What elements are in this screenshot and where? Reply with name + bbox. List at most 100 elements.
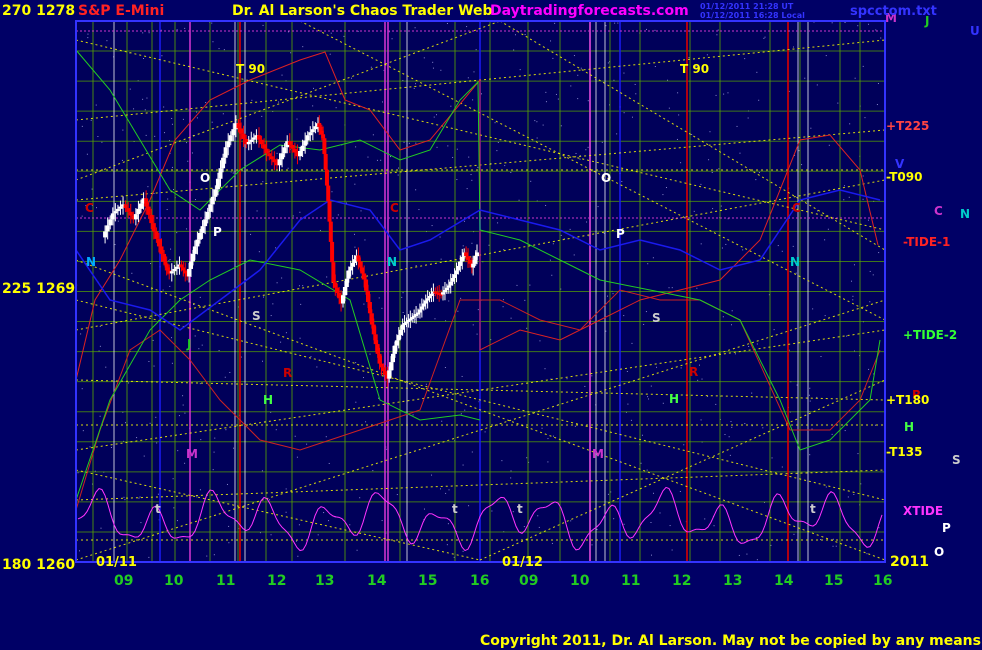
star xyxy=(270,315,272,317)
star xyxy=(708,159,710,161)
star xyxy=(526,327,528,329)
star xyxy=(105,366,107,368)
star xyxy=(544,368,546,370)
star xyxy=(414,27,416,29)
star xyxy=(376,159,378,161)
star xyxy=(731,310,733,312)
series-label-tide2: +TIDE-2 xyxy=(903,328,957,342)
star xyxy=(793,533,795,535)
price-bar-body xyxy=(362,273,367,280)
star xyxy=(677,92,679,94)
price-bar-body xyxy=(174,266,179,269)
star xyxy=(172,478,174,480)
price-bar-body xyxy=(446,285,451,288)
price-bar-body xyxy=(342,286,347,296)
star xyxy=(518,199,520,201)
star xyxy=(431,474,433,476)
price-bar-body xyxy=(115,208,120,212)
planet-label: N xyxy=(960,207,970,221)
star xyxy=(466,188,468,190)
star xyxy=(547,438,549,440)
star xyxy=(228,525,230,527)
star xyxy=(153,365,155,367)
price-bar-body xyxy=(305,135,310,141)
hour-tick: 12 xyxy=(672,573,691,589)
star xyxy=(157,493,159,495)
planet-label: S xyxy=(652,311,661,325)
star xyxy=(329,53,331,55)
star xyxy=(129,88,131,90)
hour-tick: 11 xyxy=(216,573,235,589)
star xyxy=(114,244,116,246)
star xyxy=(184,412,186,414)
planet-label: t xyxy=(517,502,523,516)
price-bar-body xyxy=(335,287,340,294)
star xyxy=(570,520,572,522)
star xyxy=(280,341,282,343)
price-bar-body xyxy=(458,261,463,266)
star xyxy=(538,526,540,528)
star xyxy=(847,496,849,498)
star xyxy=(510,477,512,479)
price-bar-body xyxy=(452,274,457,278)
star xyxy=(827,228,829,230)
price-bar-body xyxy=(298,150,303,157)
star xyxy=(369,353,371,355)
star xyxy=(524,34,526,36)
star xyxy=(228,542,230,544)
star xyxy=(81,125,83,127)
price-bar-body xyxy=(429,293,434,297)
star xyxy=(199,296,201,298)
star xyxy=(630,419,632,421)
price-bar-body xyxy=(340,295,345,304)
price-bar-body xyxy=(303,140,308,146)
star xyxy=(491,510,493,512)
price-bar-body xyxy=(231,129,236,136)
star xyxy=(447,145,449,147)
star xyxy=(724,434,726,436)
star xyxy=(171,362,173,364)
star xyxy=(462,464,464,466)
hour-tick: 16 xyxy=(873,573,892,589)
star xyxy=(198,348,200,350)
star xyxy=(555,93,557,95)
star xyxy=(462,550,464,552)
star xyxy=(201,344,203,346)
star xyxy=(523,526,525,528)
star xyxy=(545,204,547,206)
star xyxy=(275,429,277,431)
star xyxy=(713,525,715,527)
star xyxy=(125,422,127,424)
price-bar-body xyxy=(400,324,405,330)
star xyxy=(843,199,845,201)
price-bar-body xyxy=(456,265,461,271)
star xyxy=(503,249,505,251)
star xyxy=(512,511,514,513)
star xyxy=(853,264,855,266)
star xyxy=(150,263,152,265)
star xyxy=(176,29,178,31)
star xyxy=(696,287,698,289)
star xyxy=(867,219,869,221)
price-bar-body xyxy=(287,141,292,145)
price-bar-body xyxy=(267,153,272,157)
star xyxy=(213,554,215,556)
price-bar-body xyxy=(126,208,131,212)
star xyxy=(494,122,496,124)
star xyxy=(502,306,504,308)
star xyxy=(545,101,547,103)
price-bar-body xyxy=(154,231,159,239)
series-label-tide1: -TIDE-1 xyxy=(903,235,950,249)
star xyxy=(877,83,879,85)
price-bar-body xyxy=(226,141,231,148)
star xyxy=(456,218,458,220)
star xyxy=(837,102,839,104)
star xyxy=(196,117,198,119)
star xyxy=(229,371,231,373)
star xyxy=(843,185,845,187)
star xyxy=(751,392,753,394)
star xyxy=(477,166,479,168)
star xyxy=(213,451,215,453)
price-bar-body xyxy=(389,362,394,371)
star xyxy=(396,494,398,496)
